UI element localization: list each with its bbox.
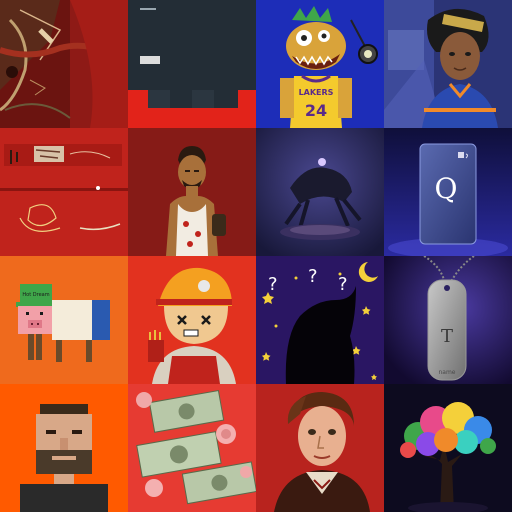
pixel-phone-screen-image [128,0,256,128]
tile-pixel-man-portrait[interactable] [0,384,128,512]
question-mark-1: ? [268,274,278,295]
jersey-team-text: LAKERS [299,88,334,97]
tile-purple-card[interactable]: Q [384,128,512,256]
tile-dark-creature-3d[interactable] [256,128,384,256]
tile-money-roses[interactable] [128,384,256,512]
abstract-red-painting-image [0,0,128,128]
tile-red-abstract-collage[interactable] [0,128,128,256]
question-mark-2: ? [308,266,318,287]
tile-monster-lakers-jersey[interactable]: LAKERS 24 [256,0,384,128]
ninja-girl-image [128,256,256,384]
tile-night-silhouette[interactable]: ? ? ? [256,256,384,384]
dark-creature-image [256,128,384,256]
rainbow-tree-image [384,384,512,512]
jersey-number-text: 24 [305,101,327,120]
anime-girl-image [384,0,512,128]
tile-pig-cow-creature[interactable]: Hot Dream [0,256,128,384]
tile-abstract-red-painting[interactable] [0,0,128,128]
question-mark-3: ? [338,274,348,295]
man-oil-portrait-image [256,384,384,512]
tile-anime-girl-portrait[interactable] [384,0,512,128]
tile-dog-tag-galaxy[interactable]: T name [384,256,512,384]
red-collage-image [0,128,128,256]
tag-letter-text: T [441,326,453,347]
pig-cow-image: Hot Dream [0,256,128,384]
dog-tag-image: T name [384,256,512,384]
tile-man-tank-top-portrait[interactable] [128,128,256,256]
card-letter-text: Q [435,172,458,205]
tile-rainbow-tree[interactable] [384,384,512,512]
night-silhouette-image: ? ? ? [256,256,384,384]
tag-small-text: name [438,369,455,376]
pixel-man-image [0,384,128,512]
purple-card-image: Q [384,128,512,256]
nft-gallery-grid: LAKERS 24 Q Hot Dream ? ? ? T name [0,0,512,512]
tile-pixel-phone-screen[interactable] [128,0,256,128]
tile-ninja-girl-pixel[interactable] [128,256,256,384]
monster-lakers-image: LAKERS 24 [256,0,384,128]
money-roses-image [128,384,256,512]
pig-cap-text: Hot Dream [22,292,49,298]
tile-man-oil-portrait[interactable] [256,384,384,512]
man-tank-top-image [128,128,256,256]
